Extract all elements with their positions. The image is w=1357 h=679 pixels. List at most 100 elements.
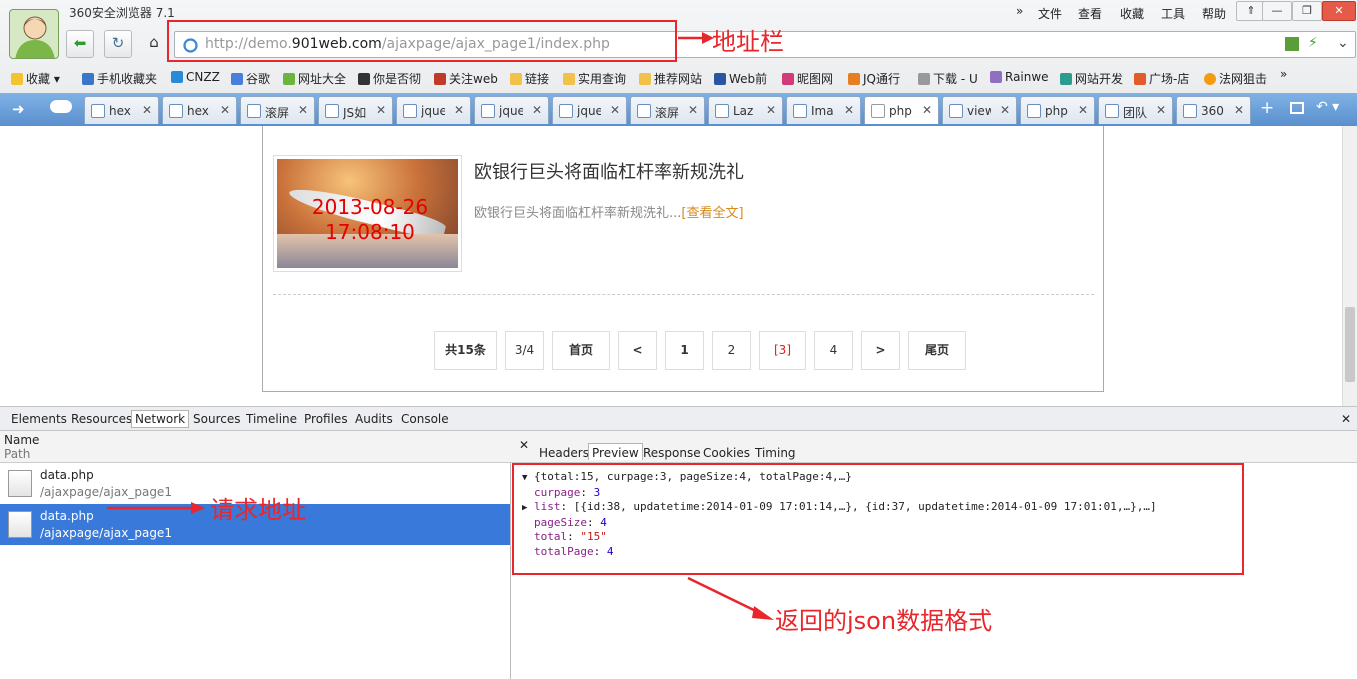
bookmark-item[interactable]: 法网狙击: [1204, 70, 1267, 87]
menu-overflow-icon[interactable]: »: [1016, 4, 1023, 18]
menu-favorites[interactable]: 收藏: [1120, 5, 1144, 22]
tab-close-icon[interactable]: ✕: [1000, 103, 1010, 117]
sidebar-toggle-icon[interactable]: ➜: [12, 100, 25, 118]
pagination-page-4[interactable]: 4: [814, 331, 853, 370]
bookmark-item[interactable]: 关注web: [434, 70, 498, 87]
devtools-tab-timeline[interactable]: Timeline: [246, 412, 297, 426]
tab-close-icon[interactable]: ✕: [1078, 103, 1088, 117]
devtools-tab-resources[interactable]: Resources: [71, 412, 132, 426]
detail-tab-cookies[interactable]: Cookies: [703, 446, 750, 460]
column-name: Name: [4, 433, 40, 447]
pagination-next[interactable]: >: [861, 331, 900, 370]
pagination-last[interactable]: 尾页: [908, 331, 966, 370]
tab-close-icon[interactable]: ✕: [1234, 103, 1244, 117]
bookmark-folder[interactable]: 推荐网站: [639, 70, 702, 87]
browser-tab[interactable]: 滚屏 ✕: [240, 96, 315, 124]
tab-close-icon[interactable]: ✕: [766, 103, 776, 117]
bookmark-item[interactable]: Web前: [714, 70, 767, 87]
bookmark-item[interactable]: 昵图网: [782, 70, 833, 87]
devtools-tab-audits[interactable]: Audits: [355, 412, 393, 426]
bookmarks-overflow-icon[interactable]: »: [1280, 67, 1287, 81]
detail-tab-preview[interactable]: Preview: [588, 443, 643, 460]
browser-tab[interactable]: jque ✕: [552, 96, 627, 124]
back-button[interactable]: ⬅: [66, 30, 94, 58]
bookmark-item[interactable]: 手机收藏夹: [82, 70, 157, 87]
browser-tab[interactable]: hex ✕: [162, 96, 237, 124]
restore-button[interactable]: ❐: [1292, 1, 1322, 21]
page-scrollbar-thumb[interactable]: [1345, 307, 1355, 382]
pagination-page-2[interactable]: 2: [712, 331, 751, 370]
menu-help[interactable]: 帮助: [1202, 5, 1226, 22]
bookmark-item[interactable]: Rainwe: [990, 70, 1049, 84]
bookmark-item[interactable]: 网址大全: [283, 70, 346, 87]
user-avatar[interactable]: [9, 9, 59, 59]
browser-tab[interactable]: jque ✕: [396, 96, 471, 124]
new-tab-icon[interactable]: +: [1260, 98, 1274, 118]
cloud-icon[interactable]: [50, 100, 72, 113]
browser-tab[interactable]: 360 ✕: [1176, 96, 1251, 124]
tab-close-icon[interactable]: ✕: [844, 103, 854, 117]
detail-close-icon[interactable]: ✕: [519, 438, 529, 452]
devtools-tab-console[interactable]: Console: [401, 412, 449, 426]
tab-list-icon[interactable]: [1290, 102, 1304, 114]
bookmark-item[interactable]: 你是否彻: [358, 70, 421, 87]
browser-tab-active[interactable]: php ✕: [864, 96, 939, 124]
browser-tab[interactable]: Laz ✕: [708, 96, 783, 124]
speed-mode-icon[interactable]: ⚡: [1308, 35, 1318, 51]
bookmark-item[interactable]: 网站开发: [1060, 70, 1123, 87]
browser-tab[interactable]: 滚屏 ✕: [630, 96, 705, 124]
menu-view[interactable]: 查看: [1078, 5, 1102, 22]
devtools-tab-network[interactable]: Network: [131, 410, 190, 428]
bookmark-favorites[interactable]: 收藏 ▾: [11, 70, 60, 87]
bookmark-item[interactable]: 下载 - U: [918, 70, 978, 87]
tab-close-icon[interactable]: ✕: [1156, 103, 1166, 117]
bookmark-item[interactable]: JQ通行: [848, 70, 900, 87]
tab-close-icon[interactable]: ✕: [922, 103, 932, 117]
browser-tab[interactable]: JS如 ✕: [318, 96, 393, 124]
article-title[interactable]: 欧银行巨头将面临杠杆率新规洗礼: [474, 158, 744, 184]
dropdown-arrow-icon[interactable]: ⌄: [1337, 35, 1349, 51]
home-button[interactable]: ⌂: [140, 30, 168, 58]
bookmark-item[interactable]: 谷歌: [231, 70, 270, 87]
pagination-first[interactable]: 首页: [552, 331, 610, 370]
pagination-prev[interactable]: <: [618, 331, 657, 370]
window-title: 360安全浏览器 7.1: [69, 6, 175, 20]
detail-tab-timing[interactable]: Timing: [755, 446, 796, 460]
refresh-button[interactable]: ↻: [104, 30, 132, 58]
bookmark-folder[interactable]: 链接: [510, 70, 549, 87]
tab-close-icon[interactable]: ✕: [142, 103, 152, 117]
browser-tab[interactable]: php ✕: [1020, 96, 1095, 124]
tab-close-icon[interactable]: ✕: [688, 103, 698, 117]
tab-close-icon[interactable]: ✕: [376, 103, 386, 117]
detail-tab-headers[interactable]: Headers: [539, 446, 589, 460]
article-image[interactable]: 2013-08-26 17:08:10: [273, 155, 462, 272]
browser-tab[interactable]: Ima ✕: [786, 96, 861, 124]
devtools-close-icon[interactable]: ✕: [1341, 412, 1351, 426]
tab-favicon-icon: [871, 104, 885, 118]
browser-tab[interactable]: 团队 ✕: [1098, 96, 1173, 124]
browser-tab[interactable]: view✕: [942, 96, 1017, 124]
bookmark-item[interactable]: 广场-店: [1134, 70, 1189, 87]
menu-file[interactable]: 文件: [1038, 5, 1062, 22]
tab-close-icon[interactable]: ✕: [532, 103, 542, 117]
bookmark-folder[interactable]: 实用查询: [563, 70, 626, 87]
pagination-page-1[interactable]: 1: [665, 331, 704, 370]
undo-close-icon[interactable]: ↶ ▾: [1316, 99, 1339, 115]
browser-tab[interactable]: jque ✕: [474, 96, 549, 124]
bookmark-item[interactable]: CNZZ: [171, 70, 220, 84]
browser-tab[interactable]: hex ✕: [84, 96, 159, 124]
close-window-button[interactable]: ✕: [1322, 1, 1356, 21]
network-column-header[interactable]: Name Path: [0, 431, 511, 463]
tab-close-icon[interactable]: ✕: [610, 103, 620, 117]
minimize-button[interactable]: —: [1262, 1, 1292, 21]
detail-tab-response[interactable]: Response: [643, 446, 701, 460]
menu-tools[interactable]: 工具: [1161, 5, 1185, 22]
tab-close-icon[interactable]: ✕: [298, 103, 308, 117]
tab-close-icon[interactable]: ✕: [454, 103, 464, 117]
read-more-link[interactable]: [查看全文]: [681, 206, 743, 221]
devtools-tab-elements[interactable]: Elements: [11, 412, 67, 426]
devtools-tab-sources[interactable]: Sources: [193, 412, 240, 426]
qrcode-icon[interactable]: [1285, 37, 1299, 51]
devtools-tab-profiles[interactable]: Profiles: [304, 412, 348, 426]
tab-close-icon[interactable]: ✕: [220, 103, 230, 117]
